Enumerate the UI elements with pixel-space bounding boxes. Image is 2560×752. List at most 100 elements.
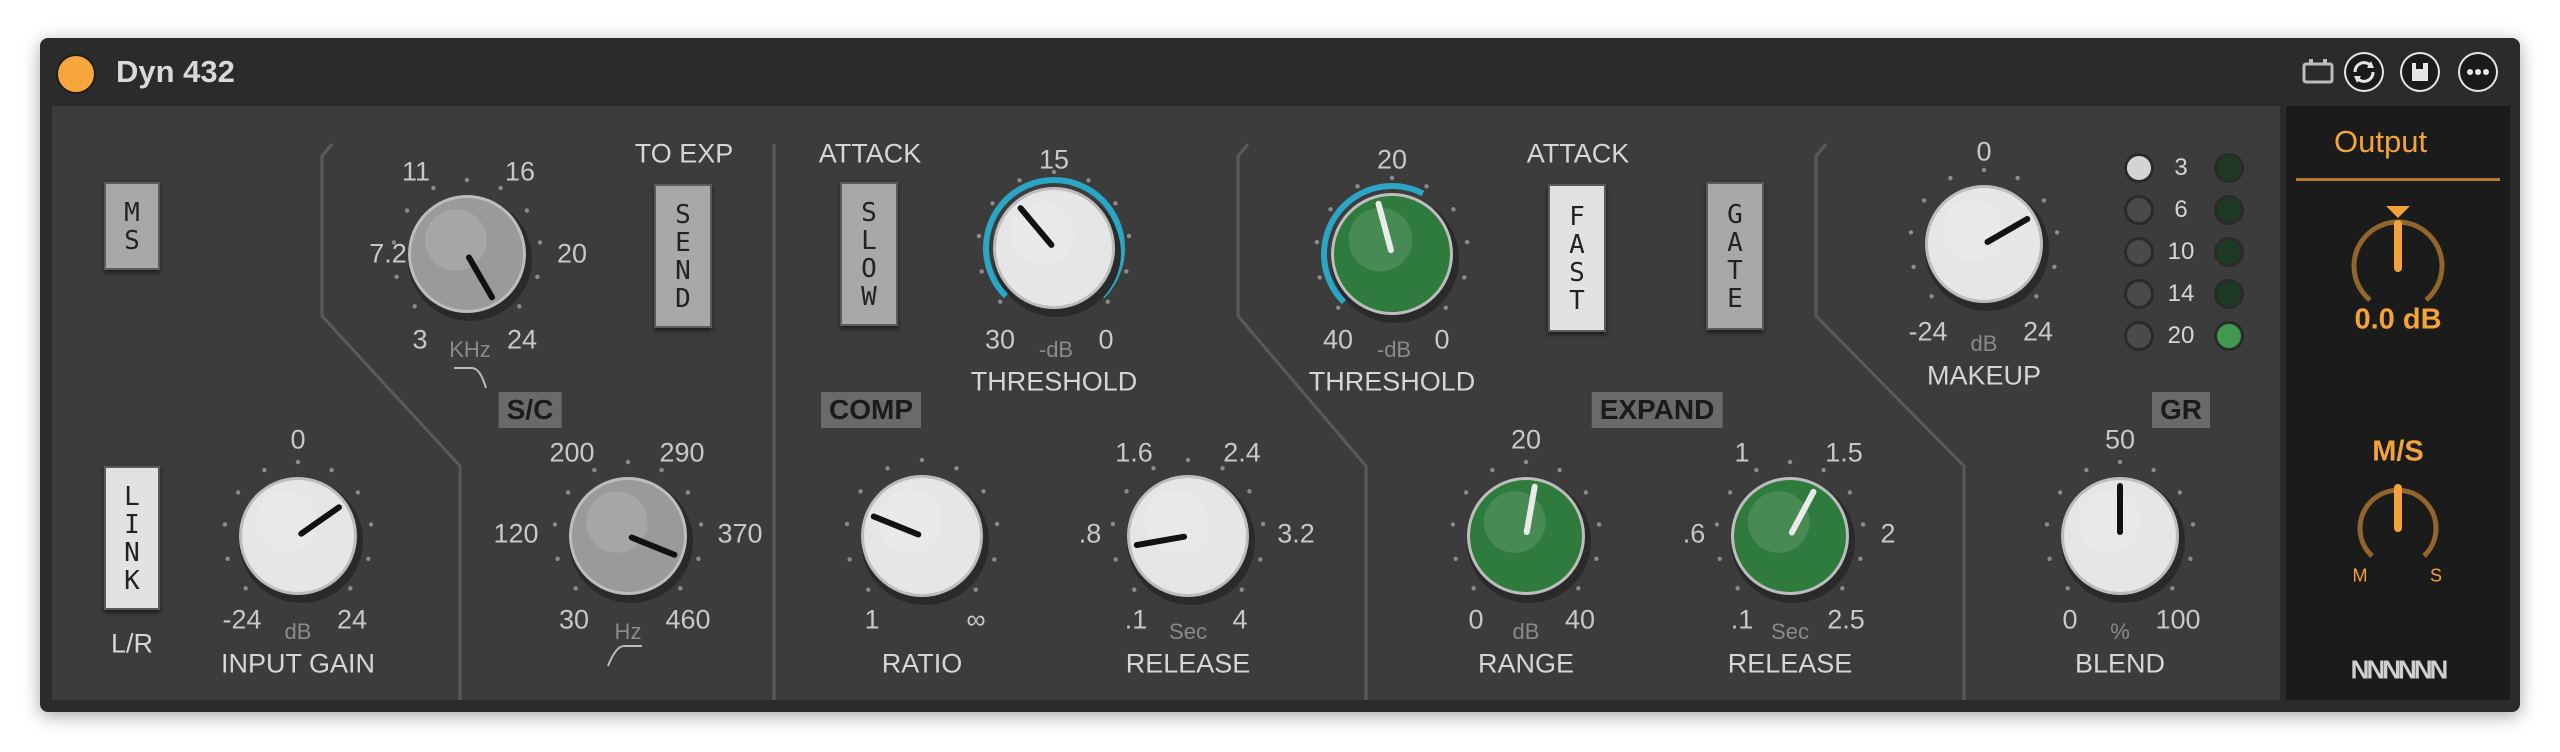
device-title: Dyn 432 bbox=[116, 54, 235, 89]
ms-m-label: M bbox=[2352, 565, 2368, 586]
makeup-min: -24 bbox=[1908, 316, 1948, 347]
gr-led-left bbox=[2124, 321, 2154, 351]
comp-threshold-knob[interactable] bbox=[961, 155, 1147, 341]
gr-led-left bbox=[2124, 237, 2154, 267]
exp-release-min: .1 bbox=[1730, 604, 1754, 635]
gr-level-label: 10 bbox=[2167, 238, 2195, 265]
exp-release-tick-2: 2 bbox=[1880, 518, 1896, 549]
exp-release-max: 2.5 bbox=[1827, 604, 1865, 635]
sc-highpass-knob[interactable] bbox=[537, 445, 719, 627]
battery-icon[interactable] bbox=[2298, 52, 2338, 92]
output-divider bbox=[2296, 178, 2500, 181]
blend-max: 100 bbox=[2155, 604, 2201, 635]
sc-hp-min: 30 bbox=[558, 604, 590, 635]
range-label: RANGE bbox=[1477, 648, 1575, 679]
range-top: 20 bbox=[1510, 424, 1542, 455]
comp-release-label: RELEASE bbox=[1125, 648, 1251, 679]
gr-level-label: 20 bbox=[2167, 322, 2195, 349]
makeup-label: MAKEUP bbox=[1926, 360, 2042, 391]
ms-balance-knob[interactable] bbox=[2286, 466, 2510, 586]
makeup-unit: dB bbox=[1970, 331, 1998, 356]
input-gain-knob[interactable] bbox=[207, 445, 389, 627]
exp-attack-label: ATTACK bbox=[1526, 138, 1630, 169]
blend-knob[interactable] bbox=[2029, 445, 2211, 627]
exp-threshold-top: 20 bbox=[1376, 144, 1408, 175]
gr-led-left bbox=[2124, 279, 2154, 309]
gr-level-label: 6 bbox=[2174, 196, 2188, 223]
output-panel: Output 0.0 dB M/S M S NNNNNN bbox=[2286, 106, 2510, 700]
send-button[interactable]: SEND bbox=[654, 184, 712, 328]
comp-release-unit: Sec bbox=[1169, 619, 1207, 644]
ratio-max: ∞ bbox=[966, 604, 986, 635]
comp-tag: COMP bbox=[821, 392, 921, 428]
input-gain-label: INPUT GAIN bbox=[220, 648, 376, 679]
exp-release-tick-1-5: 1.5 bbox=[1825, 437, 1863, 468]
lowpass-curve-icon bbox=[454, 367, 487, 389]
sc-freq-min: 3 bbox=[412, 324, 428, 355]
exp-release-tick-1: 1 bbox=[1734, 437, 1750, 468]
gr-led-right bbox=[2214, 153, 2244, 183]
exp-threshold-knob[interactable] bbox=[1299, 161, 1485, 347]
exp-release-tick-06: .6 bbox=[1682, 518, 1706, 549]
comp-release-min: .1 bbox=[1124, 604, 1148, 635]
sc-freq-tick-7-2: 7.2 bbox=[369, 238, 407, 269]
sc-hp-unit: Hz bbox=[614, 619, 642, 644]
input-gain-max: 24 bbox=[336, 604, 368, 635]
comp-threshold-min: 30 bbox=[984, 324, 1016, 355]
fast-button[interactable]: FAST bbox=[1548, 184, 1606, 332]
comp-release-tick-08: .8 bbox=[1078, 518, 1102, 549]
gate-button[interactable]: GATE bbox=[1706, 182, 1764, 330]
input-gain-unit: dB bbox=[284, 619, 312, 644]
ratio-label: RATIO bbox=[881, 648, 963, 679]
expand-tag: EXPAND bbox=[1591, 392, 1723, 428]
gr-led-right bbox=[2214, 195, 2244, 225]
slow-button[interactable]: SLOW bbox=[840, 182, 898, 326]
exp-threshold-unit: -dB bbox=[1376, 337, 1412, 362]
blend-unit: % bbox=[2110, 619, 2130, 644]
gr-led-left bbox=[2124, 195, 2154, 225]
gr-led-right bbox=[2214, 321, 2244, 351]
sc-hp-tick-290: 290 bbox=[659, 437, 705, 468]
exp-release-knob[interactable] bbox=[1699, 445, 1881, 627]
comp-threshold-label: THRESHOLD bbox=[970, 366, 1138, 397]
lr-label: L/R bbox=[110, 628, 154, 659]
makeup-knob[interactable] bbox=[1893, 153, 2075, 335]
sc-hp-tick-200: 200 bbox=[549, 437, 595, 468]
input-gain-min: -24 bbox=[222, 604, 262, 635]
ms-balance-label: M/S bbox=[2372, 435, 2424, 468]
makeup-top: 0 bbox=[1976, 136, 1992, 167]
gr-led-right bbox=[2214, 237, 2244, 267]
range-knob[interactable] bbox=[1435, 445, 1617, 627]
gr-led-right bbox=[2214, 279, 2244, 309]
output-gain-value: 0.0 dB bbox=[2354, 303, 2442, 336]
comp-release-tick-1-6: 1.6 bbox=[1115, 437, 1153, 468]
ms-button[interactable]: MS bbox=[104, 182, 160, 270]
sc-hp-tick-370: 370 bbox=[717, 518, 763, 549]
sc-hp-max: 460 bbox=[665, 604, 711, 635]
to-exp-label: TO EXP bbox=[634, 138, 734, 169]
gr-led-left bbox=[2124, 153, 2154, 183]
device-power-button[interactable] bbox=[56, 54, 96, 94]
range-min: 0 bbox=[1468, 604, 1484, 635]
more-icon[interactable] bbox=[2458, 52, 2498, 92]
comp-attack-label: ATTACK bbox=[818, 138, 922, 169]
comp-threshold-unit: -dB bbox=[1038, 337, 1074, 362]
sc-freq-tick-16: 16 bbox=[504, 156, 536, 187]
input-gain-top: 0 bbox=[290, 424, 306, 455]
sc-freq-tick-11: 11 bbox=[401, 156, 431, 187]
blend-label: BLEND bbox=[2074, 648, 2166, 679]
save-icon[interactable] bbox=[2400, 52, 2440, 92]
title-bar: Dyn 432 bbox=[40, 38, 2520, 104]
sc-freq-max: 24 bbox=[506, 324, 538, 355]
gr-tag: GR bbox=[2152, 392, 2210, 428]
exp-threshold-label: THRESHOLD bbox=[1308, 366, 1476, 397]
comp-release-knob[interactable] bbox=[1095, 443, 1281, 629]
makeup-max: 24 bbox=[2022, 316, 2054, 347]
sc-freq-unit: KHz bbox=[449, 337, 491, 362]
link-button[interactable]: LINK bbox=[104, 466, 160, 610]
output-title: Output bbox=[2334, 124, 2428, 159]
comp-threshold-max: 0 bbox=[1098, 324, 1114, 355]
sync-icon[interactable] bbox=[2344, 52, 2384, 92]
ratio-knob[interactable] bbox=[829, 443, 1015, 629]
blend-min: 0 bbox=[2062, 604, 2078, 635]
